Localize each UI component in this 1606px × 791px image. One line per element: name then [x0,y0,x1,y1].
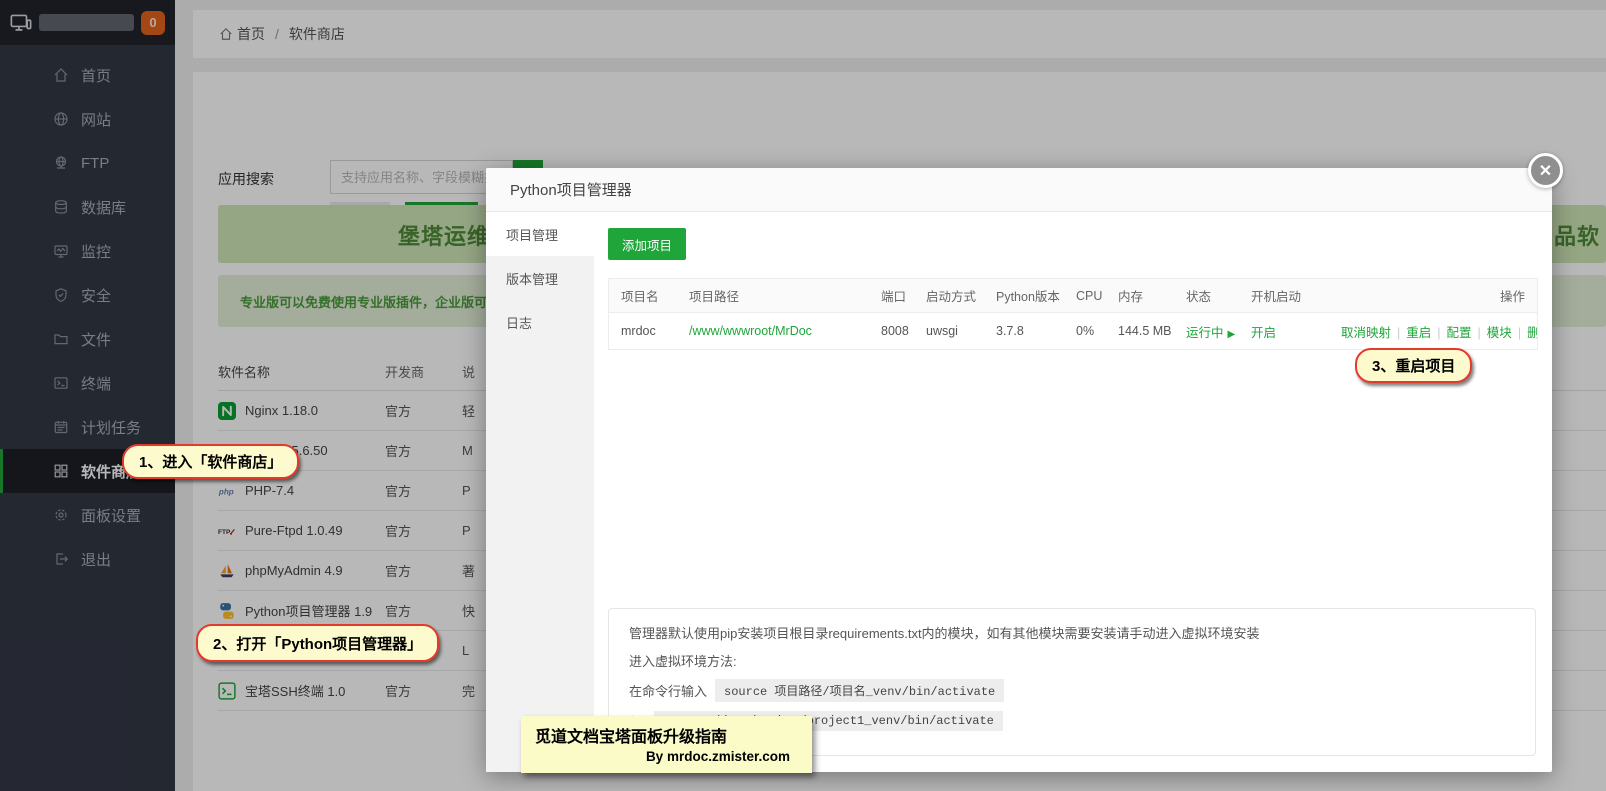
project-path-link[interactable]: /www/wwwroot/MrDoc [689,324,812,338]
annotation-step-1: 1、进入「软件商店」 [122,444,299,479]
credit-author: By mrdoc.zmister.com [535,749,798,764]
action-separator: | [1518,326,1521,340]
project-port: 8008 [869,324,914,338]
close-icon[interactable]: ✕ [1528,153,1563,188]
project-col-2: 端口 [869,286,914,305]
venv-activate-command: source 项目路径/项目名_venv/bin/activate [715,679,1004,702]
project-col-5: CPU [1064,289,1106,303]
project-table-row: mrdoc /www/wwwroot/MrDoc 8008 uwsgi 3.7.… [609,313,1537,349]
action-separator: | [1437,326,1440,340]
annotation-step-3: 3、重启项目 [1355,348,1472,383]
info-line-1: 管理器默认使用pip安装项目根目录requirements.txt内的模块，如有… [629,623,1515,642]
modal-nav-item-0[interactable]: 项目管理 [486,212,594,256]
project-col-1: 项目路径 [677,286,869,305]
project-col-9: 操作 [1329,286,1537,305]
project-start-mode: uwsgi [914,324,984,338]
annotation-credit: 觅道文档宝塔面板升级指南 By mrdoc.zmister.com [521,716,812,773]
action-link-2[interactable]: 配置 [1447,326,1472,340]
project-cpu: 0% [1064,324,1106,338]
action-separator: | [1478,326,1481,340]
add-project-button[interactable]: 添加项目 [608,228,686,260]
annotation-step-2: 2、打开「Python项目管理器」 [196,624,439,662]
project-col-6: 内存 [1106,286,1174,305]
project-col-0: 项目名 [609,286,677,305]
play-icon: ▶ [1228,329,1236,340]
project-col-7: 状态 [1174,286,1239,305]
autostart-toggle[interactable]: 开启 [1251,326,1276,340]
info-line-2: 进入虚拟环境方法: [629,651,1515,670]
modal-title: Python项目管理器 [486,168,1552,212]
python-manager-modal: Python项目管理器 项目管理版本管理日志 添加项目 项目名项目路径端口启动方… [486,168,1552,772]
modal-nav: 项目管理版本管理日志 [486,212,594,772]
project-actions: 取消映射 | 重启 | 配置 | 模块 | 删除 [1329,322,1537,341]
action-link-0[interactable]: 取消映射 [1341,326,1391,340]
project-table-header: 项目名项目路径端口启动方式Python版本CPU内存状态开机启动操作 [609,279,1537,313]
action-link-3[interactable]: 模块 [1487,326,1512,340]
action-separator: | [1397,326,1400,340]
project-col-4: Python版本 [984,286,1064,305]
info-line-3: 在命令行输入 source 项目路径/项目名_venv/bin/activate [629,679,1515,702]
project-memory: 144.5 MB [1106,324,1174,338]
screen: 0 首页网站FTP数据库监控安全文件终端计划任务软件商店面板设置退出 首页 / … [0,0,1606,791]
action-link-4[interactable]: 删除 [1527,326,1537,340]
project-status[interactable]: 运行中 [1186,326,1224,340]
modal-nav-item-2[interactable]: 日志 [486,300,594,344]
project-col-8: 开机启动 [1239,286,1329,305]
project-table: 项目名项目路径端口启动方式Python版本CPU内存状态开机启动操作 mrdoc… [608,278,1538,350]
credit-title: 觅道文档宝塔面板升级指南 [535,723,798,747]
project-name: mrdoc [609,324,677,338]
info-line-3-label: 在命令行输入 [629,681,707,700]
project-python-version: 3.7.8 [984,324,1064,338]
project-col-3: 启动方式 [914,286,984,305]
action-link-1[interactable]: 重启 [1406,326,1431,340]
modal-nav-item-1[interactable]: 版本管理 [486,256,594,300]
